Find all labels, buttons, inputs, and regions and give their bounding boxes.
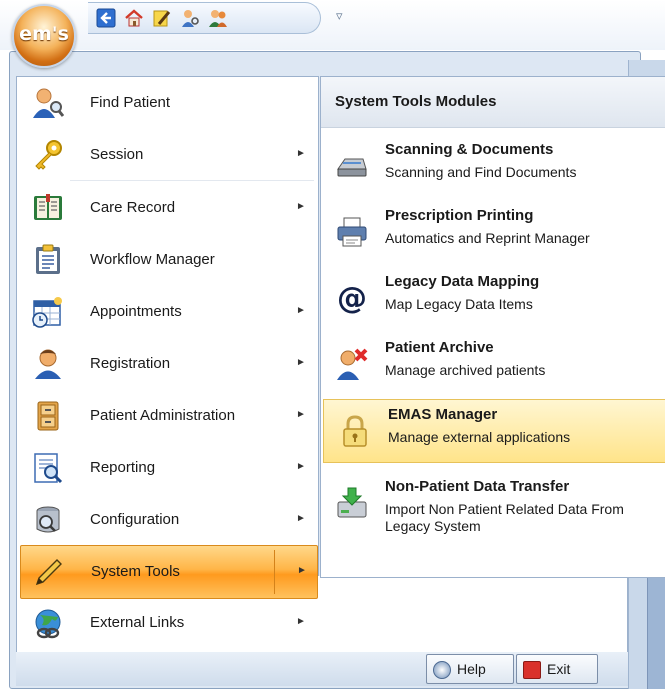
menu-item-label: Patient Administration (90, 407, 236, 424)
menu-item-label: Reporting (90, 459, 156, 476)
application-menu-button[interactable]: em's (12, 4, 76, 68)
notepad-pencil-icon[interactable] (152, 8, 172, 28)
exit-button-label: Exit (547, 661, 571, 677)
submenu-item-legacy-data-mapping[interactable]: @ Legacy Data Mapping Map Legacy Data It… (321, 267, 665, 329)
calendar-clock-icon (32, 297, 62, 328)
find-patient-icon (33, 88, 64, 118)
split-divider (274, 550, 275, 594)
submenu-item-emas-manager[interactable]: EMAS Manager Manage external application… (323, 399, 665, 463)
database-icon (36, 506, 60, 533)
pencil-icon (35, 559, 62, 586)
help-button-label: Help (457, 661, 486, 677)
help-icon (433, 661, 451, 679)
submenu-arrow-icon: ► (296, 513, 306, 524)
submenu-item-description: Scanning and Find Documents (385, 164, 577, 180)
menu-item-registration[interactable]: Registration ► (20, 338, 316, 390)
recent-area (318, 576, 628, 652)
menu-item-configuration[interactable]: Configuration ► (20, 494, 316, 546)
menu-item-label: Registration (90, 355, 171, 372)
submenu-arrow-icon: ► (296, 409, 306, 420)
exit-icon (523, 661, 541, 679)
book-icon (34, 194, 62, 220)
menu-item-reporting[interactable]: Reporting ► (20, 442, 316, 494)
menu-item-label: Find Patient (90, 94, 171, 111)
submenu-item-description: Automatics and Reprint Manager (385, 230, 590, 246)
svg-text:@: @ (337, 281, 367, 315)
menu-item-external-links[interactable]: External Links ► (20, 597, 316, 649)
drive-download-icon (337, 487, 367, 518)
submenu-item-description: Import Non Patient Related Data From Leg… (385, 501, 624, 534)
patient-search-icon[interactable] (180, 8, 200, 28)
submenu-arrow-icon: ► (296, 461, 306, 472)
exit-button[interactable]: Exit (516, 654, 598, 684)
menu-item-label: Configuration (90, 511, 180, 528)
submenu-arrow-icon: ► (296, 201, 306, 212)
submenu-item-patient-archive[interactable]: Patient Archive Manage archived patients (321, 333, 665, 395)
submenu-header: System Tools Modules (321, 77, 665, 128)
menu-item-label: Appointments (90, 303, 182, 320)
key-icon (35, 140, 62, 170)
menu-item-label: System Tools (91, 563, 180, 580)
menu-item-label: Care Record (90, 199, 176, 216)
menu-item-appointments[interactable]: Appointments ► (20, 286, 316, 338)
menu-item-system-tools[interactable]: System Tools ► (20, 545, 318, 599)
submenu-item-description: Manage external applications (388, 429, 571, 445)
submenu-title: System Tools Modules (335, 93, 497, 110)
at-sign-icon: @ (337, 281, 367, 315)
menu-item-label: Workflow Manager (90, 251, 215, 268)
submenu-item-non-patient-data-transfer[interactable]: Non-Patient Data Transfer Import Non Pat… (321, 472, 665, 552)
submenu-arrow-icon: ► (296, 305, 306, 316)
submenu-item-description: Manage archived patients (385, 362, 546, 378)
submenu-arrow-icon: ► (296, 148, 306, 159)
report-magnifier-icon (34, 453, 63, 484)
submenu-item-prescription-printing[interactable]: Prescription Printing Automatics and Rep… (321, 201, 665, 263)
menu-item-patient-administration[interactable]: Patient Administration ► (20, 390, 316, 442)
help-button[interactable]: Help (426, 654, 514, 684)
menu-item-session[interactable]: Session ► (20, 129, 316, 181)
submenu-item-description: Map Legacy Data Items (385, 296, 533, 312)
app-logo: em's (19, 23, 69, 45)
submenu-item-title: Non-Patient Data Transfer (385, 478, 570, 495)
padlock-icon (343, 415, 367, 447)
quick-access-toolbar (88, 2, 321, 34)
menu-item-label: External Links (90, 614, 185, 631)
patient-archive-icon (337, 348, 368, 380)
printer-icon (337, 217, 367, 247)
users-icon[interactable] (208, 8, 228, 28)
file-cabinet-icon (37, 401, 59, 431)
customize-toolbar-button[interactable]: ▿ (336, 8, 343, 24)
clipboard-icon (36, 244, 60, 274)
submenu-item-title: EMAS Manager (388, 406, 498, 423)
menu-item-workflow-manager[interactable]: Workflow Manager (20, 234, 316, 286)
back-arrow-icon[interactable] (96, 8, 116, 28)
menu-item-care-record[interactable]: Care Record ► (20, 182, 316, 234)
submenu-item-title: Patient Archive (385, 339, 494, 356)
person-icon (35, 349, 61, 379)
globe-link-icon (35, 609, 61, 639)
submenu-item-title: Legacy Data Mapping (385, 273, 540, 290)
submenu-panel: System Tools Modules Scanning & Document… (320, 76, 665, 578)
submenu-arrow-icon: ► (296, 616, 306, 627)
submenu-arrow-icon[interactable]: ► (297, 565, 307, 576)
menu-divider (70, 180, 314, 181)
menu-item-label: Session (90, 146, 144, 163)
menu-item-find-patient[interactable]: Find Patient (20, 77, 316, 129)
scanner-icon (337, 158, 367, 177)
submenu-item-scanning-documents[interactable]: Scanning & Documents Scanning and Find D… (321, 135, 665, 197)
home-icon[interactable] (124, 8, 144, 28)
submenu-item-title: Prescription Printing (385, 207, 534, 224)
submenu-item-title: Scanning & Documents (385, 141, 554, 158)
submenu-arrow-icon: ► (296, 357, 306, 368)
